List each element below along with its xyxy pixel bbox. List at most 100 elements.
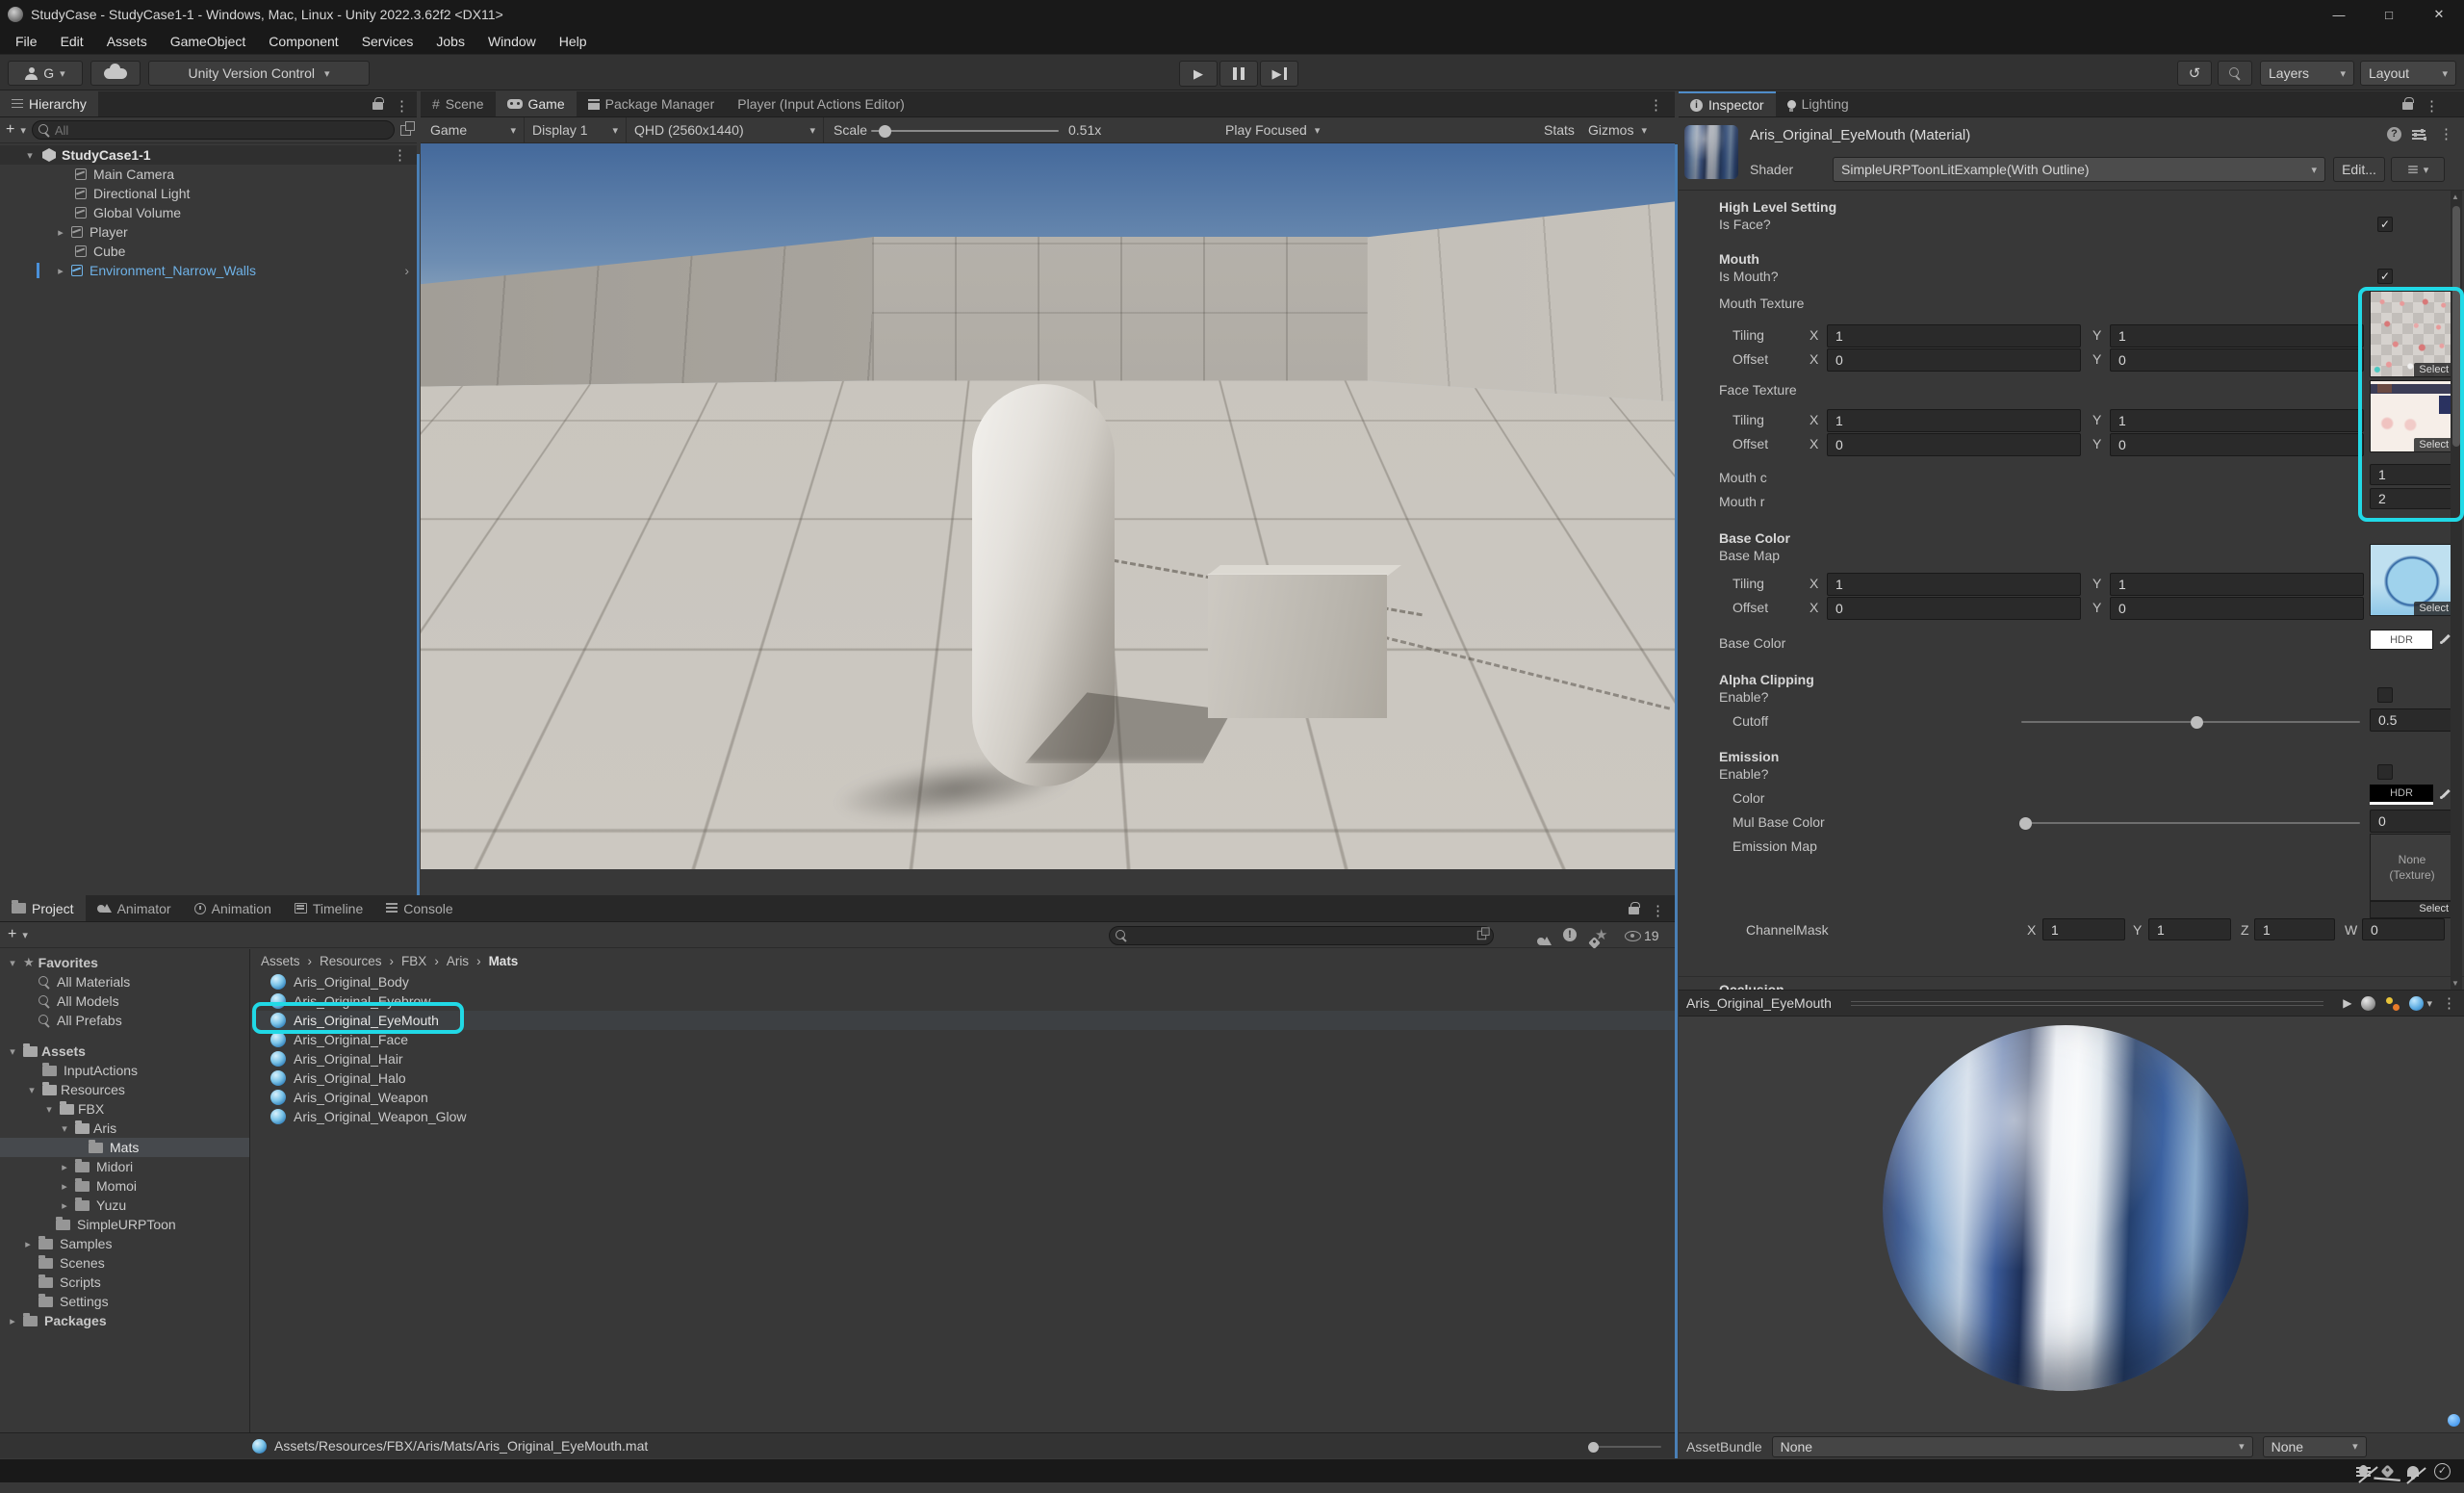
- lock-icon[interactable]: [1629, 907, 1639, 914]
- prefab-open-arrow[interactable]: ›: [404, 263, 409, 278]
- material-thumbnail[interactable]: [1684, 125, 1738, 179]
- mul-base-color-field[interactable]: 0: [2370, 810, 2454, 833]
- tree-packages[interactable]: ▸Packages: [0, 1311, 249, 1330]
- tab-console[interactable]: Console: [374, 895, 464, 921]
- kebab-menu-icon[interactable]: ⋮: [1651, 902, 1665, 919]
- cutoff-slider-handle[interactable]: [2191, 716, 2203, 729]
- thumbnail-size-slider[interactable]: [1588, 1446, 1661, 1448]
- tab-project[interactable]: Project: [0, 895, 86, 921]
- cutoff-value-field[interactable]: 0.5: [2370, 708, 2454, 732]
- hierarchy-item-directional-light[interactable]: Directional Light: [0, 184, 417, 203]
- select-texture-button[interactable]: Select: [2414, 602, 2453, 615]
- file-row[interactable]: Aris_Original_Eyebrow: [251, 991, 1675, 1011]
- favorites-star-icon[interactable]: ★: [1595, 926, 1607, 943]
- material-preview-viewport[interactable]: [1679, 1017, 2464, 1432]
- shader-edit-button[interactable]: Edit...: [2333, 157, 2385, 182]
- emission-map-select[interactable]: Select: [2370, 901, 2454, 918]
- base-map-thumbnail[interactable]: Select: [2370, 544, 2454, 616]
- scrollbar-thumb[interactable]: [2452, 206, 2460, 447]
- face-offset-x-field[interactable]: 0: [1827, 433, 2081, 456]
- assetbundle-variant-dropdown[interactable]: None▾: [2263, 1436, 2367, 1457]
- mouth-r-field[interactable]: 2: [2370, 488, 2454, 509]
- base-tiling-x-field[interactable]: 1: [1827, 573, 2081, 596]
- minimize-button[interactable]: —: [2314, 0, 2364, 29]
- tree-assets[interactable]: ▾Assets: [0, 1042, 249, 1061]
- tab-game[interactable]: Game: [496, 91, 577, 116]
- tree-resources[interactable]: ▾Resources: [0, 1080, 249, 1099]
- mouth-tiling-y-field[interactable]: 1: [2110, 324, 2364, 348]
- foldout-expanded-icon[interactable]: ▾: [23, 149, 37, 162]
- shader-dropdown[interactable]: SimpleURPToonLitExample(With Outline)▾: [1833, 157, 2325, 182]
- open-external-icon[interactable]: [400, 125, 411, 136]
- file-row-selected[interactable]: Aris_Original_EyeMouth: [251, 1011, 1675, 1030]
- preview-play-icon[interactable]: ▶: [2343, 996, 2351, 1010]
- debugger-disabled-icon[interactable]: [2359, 1465, 2368, 1477]
- tab-package-manager[interactable]: Package Manager: [577, 91, 727, 116]
- create-button[interactable]: +: [6, 121, 14, 139]
- foldout-collapsed-icon[interactable]: ▸: [54, 226, 67, 239]
- assetbundle-dropdown[interactable]: None▾: [1772, 1436, 2253, 1457]
- thumbnail-size-handle[interactable]: [1588, 1442, 1599, 1453]
- favorites-root[interactable]: ▾★Favorites: [0, 953, 249, 972]
- face-texture-thumbnail[interactable]: Select: [2370, 380, 2454, 452]
- base-color-swatch[interactable]: HDR: [2370, 630, 2433, 650]
- play-button[interactable]: ▶: [1179, 61, 1218, 87]
- mouth-offset-y-field[interactable]: 0: [2110, 348, 2364, 372]
- preview-lighting-icon[interactable]: [2385, 996, 2400, 1011]
- scale-slider[interactable]: [871, 130, 1059, 132]
- notifications-disabled-icon[interactable]: [2407, 1466, 2419, 1477]
- foldout-collapsed-icon[interactable]: ▸: [21, 1238, 35, 1250]
- menu-services[interactable]: Services: [350, 29, 425, 54]
- select-texture-button[interactable]: Select: [2414, 438, 2453, 451]
- kebab-menu-icon[interactable]: ⋮: [2425, 97, 2439, 115]
- channelmask-y-field[interactable]: 1: [2148, 918, 2231, 940]
- scene-row[interactable]: ▾ StudyCase1-1 ⋮: [0, 145, 417, 165]
- mouth-texture-thumbnail[interactable]: Select: [2370, 291, 2454, 377]
- breadcrumb-fbx[interactable]: FBX: [401, 954, 426, 968]
- emission-map-slot[interactable]: None (Texture): [2370, 834, 2454, 901]
- step-button[interactable]: ▶: [1260, 61, 1298, 87]
- file-row[interactable]: Aris_Original_Halo: [251, 1068, 1675, 1088]
- channelmask-z-field[interactable]: 1: [2254, 918, 2335, 940]
- global-search-button[interactable]: [2218, 61, 2252, 86]
- alpha-enable-checkbox[interactable]: [2377, 687, 2393, 703]
- hierarchy-item-global-volume[interactable]: Global Volume: [0, 203, 417, 222]
- file-row[interactable]: Aris_Original_Weapon_Glow: [251, 1107, 1675, 1126]
- file-row[interactable]: Aris_Original_Weapon: [251, 1088, 1675, 1107]
- channelmask-w-field[interactable]: 0: [2362, 918, 2445, 940]
- tab-animation[interactable]: Animation: [183, 895, 283, 921]
- chevron-down-icon[interactable]: ▾: [20, 124, 26, 137]
- tree-midori[interactable]: ▸Midori: [0, 1157, 249, 1176]
- play-focused-dropdown[interactable]: Play Focused▾: [1218, 117, 1327, 142]
- search-by-type-icon[interactable]: [1537, 936, 1552, 947]
- inspector-scrollbar[interactable]: ▲ ▼: [2451, 191, 2462, 990]
- layout-dropdown[interactable]: Layout▾: [2360, 61, 2456, 86]
- emission-enable-checkbox[interactable]: [2377, 764, 2393, 780]
- favorite-all-models[interactable]: All Models: [0, 991, 249, 1011]
- preview-drag-handle[interactable]: [1851, 1001, 2323, 1006]
- mul-base-color-handle[interactable]: [2019, 817, 2032, 830]
- favorite-all-materials[interactable]: All Materials: [0, 972, 249, 991]
- foldout-collapsed-icon[interactable]: ▸: [58, 1180, 71, 1193]
- lock-icon[interactable]: [2402, 102, 2413, 110]
- tree-fbx[interactable]: ▾FBX: [0, 1099, 249, 1119]
- splitter-hierarchy-game[interactable]: [417, 154, 420, 895]
- game-viewport[interactable]: [421, 143, 1675, 869]
- tree-momoi[interactable]: ▸Momoi: [0, 1176, 249, 1196]
- face-tiling-y-field[interactable]: 1: [2110, 409, 2364, 432]
- version-control-dropdown[interactable]: Unity Version Control ▾: [148, 61, 370, 86]
- preview-mesh-icon[interactable]: [2361, 996, 2375, 1011]
- favorite-all-prefabs[interactable]: All Prefabs: [0, 1011, 249, 1030]
- face-offset-y-field[interactable]: 0: [2110, 433, 2364, 456]
- base-offset-x-field[interactable]: 0: [1827, 597, 2081, 620]
- tree-yuzu[interactable]: ▸Yuzu: [0, 1196, 249, 1215]
- foldout-expanded-icon[interactable]: ▾: [25, 1084, 38, 1096]
- tree-scripts[interactable]: Scripts: [0, 1273, 249, 1292]
- foldout-collapsed-icon[interactable]: ▸: [58, 1199, 71, 1212]
- tree-samples[interactable]: ▸Samples: [0, 1234, 249, 1253]
- breadcrumb-assets[interactable]: Assets: [261, 954, 300, 968]
- menu-window[interactable]: Window: [476, 29, 548, 54]
- project-search-box[interactable]: [1109, 926, 1494, 945]
- mouth-offset-x-field[interactable]: 0: [1827, 348, 2081, 372]
- foldout-collapsed-icon[interactable]: ▸: [54, 265, 67, 277]
